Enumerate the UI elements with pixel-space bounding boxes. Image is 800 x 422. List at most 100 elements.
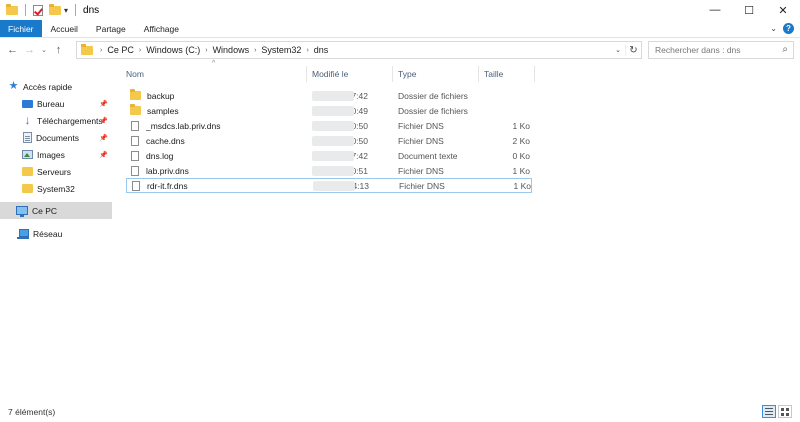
forward-button[interactable]: →	[21, 41, 38, 59]
divider	[75, 4, 77, 16]
file-size: 0 Ko	[512, 150, 531, 161]
redacted-date	[313, 181, 355, 191]
breadcrumb-system32[interactable]: System32	[258, 45, 304, 55]
file-icon	[131, 150, 139, 161]
desktop-icon	[22, 99, 33, 108]
customize-quick-access-icon[interactable]: ▾	[64, 6, 68, 15]
computer-icon	[16, 206, 28, 217]
column-header: ^ Nom Modifié le Type Taille	[120, 60, 800, 84]
network-icon	[17, 228, 29, 239]
breadcrumb-dns[interactable]: dns	[311, 45, 332, 55]
file-size: 1 Ko	[512, 120, 531, 131]
redacted-date	[312, 106, 354, 116]
sidebar-item-telechargements[interactable]: ↓ Téléchargements 📌	[0, 112, 112, 129]
folder-icon	[6, 3, 18, 15]
tab-fichier[interactable]: Fichier	[0, 20, 42, 37]
file-name: dns.log	[146, 150, 174, 161]
refresh-icon[interactable]: ↻	[625, 44, 641, 56]
file-type: Fichier DNS	[398, 135, 444, 146]
help-icon[interactable]: ?	[783, 23, 794, 34]
file-row-lab-priv[interactable]: lab.priv.dns 10:51 Fichier DNS 1 Ko	[126, 163, 532, 178]
breadcrumb-windows-c[interactable]: Windows (C:)	[143, 45, 203, 55]
file-icon	[132, 180, 140, 191]
documents-icon	[23, 132, 32, 143]
navigation-bar: ← → ⌄ ↑ › Ce PC › Windows (C:) › Windows…	[0, 38, 800, 62]
sidebar-item-ce-pc[interactable]: Ce PC	[0, 202, 112, 219]
minimize-button[interactable]: —	[698, 0, 732, 20]
file-name: backup	[147, 90, 175, 101]
file-row-msdcs[interactable]: _msdcs.lab.priv.dns 10:50 Fichier DNS 1 …	[126, 118, 532, 133]
properties-icon[interactable]	[33, 4, 43, 16]
file-type: Document texte	[398, 150, 458, 161]
status-bar: 7 élément(s)	[0, 402, 800, 422]
column-modified[interactable]: Modifié le	[306, 64, 392, 84]
file-size: 1 Ko	[512, 165, 531, 176]
redacted-date	[312, 91, 354, 101]
sidebar-item-reseau[interactable]: Réseau	[0, 225, 112, 242]
search-placeholder: Rechercher dans : dns	[655, 45, 741, 55]
file-name: cache.dns	[146, 135, 185, 146]
column-type[interactable]: Type	[392, 64, 478, 84]
file-row-dns-log[interactable]: dns.log 17:42 Document texte 0 Ko	[126, 148, 532, 163]
expand-ribbon-icon[interactable]: ⌄	[770, 24, 777, 33]
sidebar-item-acces-rapide[interactable]: ★ Accès rapide	[0, 78, 112, 95]
sidebar-item-system32[interactable]: System32	[0, 180, 112, 197]
file-icon	[131, 120, 139, 131]
folder-icon	[130, 104, 141, 115]
back-button[interactable]: ←	[4, 41, 21, 59]
new-folder-icon[interactable]	[49, 3, 61, 15]
folder-icon	[22, 184, 33, 193]
search-input[interactable]: Rechercher dans : dns ⌕	[648, 41, 794, 59]
sidebar-item-label: Serveurs	[37, 166, 72, 177]
close-button[interactable]: ✕	[766, 0, 800, 20]
column-divider[interactable]	[534, 66, 535, 82]
sidebar-item-label: Images	[37, 149, 65, 160]
address-bar[interactable]: › Ce PC › Windows (C:) › Windows › Syste…	[76, 41, 642, 59]
file-name: rdr-it.fr.dns	[147, 180, 188, 191]
up-button[interactable]: ↑	[50, 41, 67, 59]
pin-icon: 📌	[99, 100, 108, 108]
breadcrumb-ce-pc[interactable]: Ce PC	[104, 45, 137, 55]
breadcrumb-windows[interactable]: Windows	[210, 45, 253, 55]
pin-icon: 📌	[99, 151, 108, 159]
tab-partage[interactable]: Partage	[87, 20, 135, 37]
file-type: Dossier de fichiers	[398, 90, 468, 101]
file-row-rdr-it[interactable]: rdr-it.fr.dns 14:13 Fichier DNS 1 Ko	[126, 178, 532, 193]
large-icons-view-button[interactable]	[778, 405, 792, 418]
details-view-button[interactable]	[762, 405, 776, 418]
sidebar-item-label: Bureau	[37, 98, 65, 109]
redacted-date	[312, 151, 354, 161]
file-type: Fichier DNS	[399, 180, 445, 191]
file-name: samples	[147, 105, 179, 116]
sidebar-item-label: System32	[37, 183, 75, 194]
star-icon: ★	[8, 80, 19, 92]
search-icon[interactable]: ⌕	[782, 44, 788, 55]
sidebar-item-serveurs[interactable]: Serveurs	[0, 163, 112, 180]
tab-affichage[interactable]: Affichage	[135, 20, 188, 37]
pin-icon: 📌	[99, 134, 108, 142]
sidebar-item-documents[interactable]: Documents 📌	[0, 129, 112, 146]
download-icon: ↓	[24, 113, 31, 127]
file-size: 2 Ko	[512, 135, 531, 146]
sidebar-item-label: Ce PC	[32, 205, 58, 216]
pictures-icon	[22, 150, 33, 159]
item-count: 7 élément(s)	[8, 407, 56, 417]
column-size[interactable]: Taille	[478, 64, 534, 84]
file-row-cache[interactable]: cache.dns 10:50 Fichier DNS 2 Ko	[126, 133, 532, 148]
column-name[interactable]: Nom	[120, 64, 306, 84]
file-type: Fichier DNS	[398, 165, 444, 176]
sidebar-item-bureau[interactable]: Bureau 📌	[0, 95, 112, 112]
recent-locations-button[interactable]: ⌄	[38, 41, 50, 59]
sidebar-item-images[interactable]: Images 📌	[0, 146, 112, 163]
file-type: Dossier de fichiers	[398, 105, 468, 116]
folder-icon	[81, 43, 93, 55]
maximize-button[interactable]: ☐	[732, 0, 766, 20]
redacted-date	[312, 136, 354, 146]
file-row-backup[interactable]: backup 17:42 Dossier de fichiers	[126, 88, 532, 103]
redacted-date	[312, 166, 354, 176]
file-row-samples[interactable]: samples 10:49 Dossier de fichiers	[126, 103, 532, 118]
folder-icon	[22, 167, 33, 176]
large-icons-view-icon	[781, 407, 789, 416]
tab-accueil[interactable]: Accueil	[42, 20, 87, 37]
address-dropdown-icon[interactable]: ⌄	[611, 46, 625, 54]
